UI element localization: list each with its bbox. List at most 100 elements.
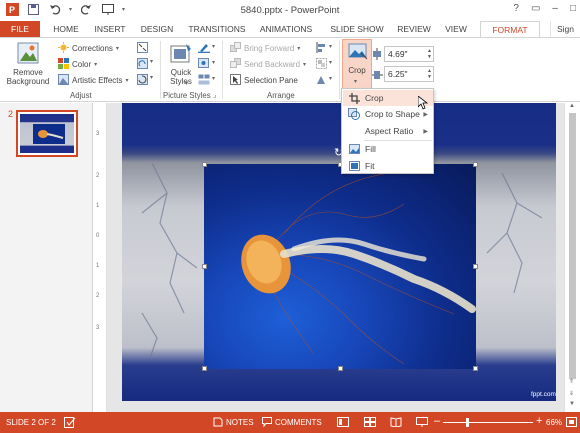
tab-slide-show[interactable]: SLIDE SHOW: [328, 21, 386, 38]
resize-handle[interactable]: [473, 366, 478, 371]
arrange-group-label: Arrange: [267, 91, 295, 100]
artistic-effects-button[interactable]: Artistic Effects ▾: [58, 74, 129, 87]
tab-view[interactable]: VIEW: [441, 21, 471, 38]
fit-icon: [343, 161, 365, 171]
picture-border-dropdown-icon[interactable]: ▾: [212, 43, 215, 50]
reading-view-icon[interactable]: [390, 417, 402, 429]
jellyfish-picture[interactable]: [204, 164, 476, 369]
menu-item-crop-to-shape-label: Crop to Shape: [365, 109, 420, 119]
slides-pane: 2: [0, 103, 93, 412]
resize-handle[interactable]: [338, 366, 343, 371]
send-backward-icon: [230, 58, 241, 71]
color-label: Color: [72, 60, 92, 69]
notes-button[interactable]: NOTES: [226, 418, 254, 427]
slide-thumbnail-image: [20, 114, 74, 153]
corrections-button[interactable]: Corrections ▾: [58, 42, 119, 55]
height-spinner-icon[interactable]: ▲ ▼: [427, 48, 432, 60]
scrollbar-thumb[interactable]: [569, 113, 576, 379]
quick-styles-icon: [170, 43, 192, 67]
menu-item-aspect-ratio[interactable]: Aspect Ratio ▶: [343, 123, 433, 139]
color-button[interactable]: Color ▾: [58, 58, 97, 71]
resize-handle[interactable]: [202, 366, 207, 371]
minimize-button[interactable]: –: [552, 3, 558, 14]
tab-file[interactable]: FILE: [0, 21, 40, 38]
ribbon-display-icon[interactable]: ▭: [531, 3, 540, 14]
slide-count: SLIDE 2 OF 2: [6, 418, 56, 427]
crop-dropdown-icon: ▾: [354, 79, 358, 85]
jellyfish-image: [241, 173, 476, 365]
remove-background-button[interactable]: Remove Background: [3, 41, 53, 89]
tab-review[interactable]: REVIEW: [396, 21, 432, 38]
height-icon: [372, 48, 382, 62]
status-bar: SLIDE 2 OF 2 NOTES COMMENTS – + 66%: [0, 412, 580, 433]
resize-handle[interactable]: [473, 162, 478, 167]
slide-show-icon[interactable]: [416, 417, 428, 429]
maximize-button[interactable]: □: [570, 3, 576, 14]
change-picture-icon[interactable]: [137, 58, 148, 71]
rotate-icon[interactable]: [316, 74, 327, 87]
tab-transitions[interactable]: TRANSITIONS: [185, 21, 249, 38]
normal-view-icon[interactable]: [337, 417, 349, 429]
resize-handle[interactable]: [473, 264, 478, 269]
menu-item-fit[interactable]: Fit: [343, 158, 433, 174]
send-backward-button[interactable]: Send Backward ▾: [230, 58, 306, 71]
tab-format[interactable]: FORMAT: [480, 21, 540, 38]
group-objects-icon[interactable]: [316, 58, 327, 71]
tab-home[interactable]: HOME: [48, 21, 84, 38]
quick-styles-button[interactable]: Quick Styles ▾: [165, 41, 197, 89]
align-dropdown-icon[interactable]: ▾: [329, 43, 332, 50]
resize-handle[interactable]: [202, 264, 207, 269]
dialog-launcher-icon[interactable]: ⌟: [213, 91, 216, 99]
submenu-arrow-icon: ▶: [423, 128, 428, 135]
tab-animations[interactable]: ANIMATIONS: [256, 21, 316, 38]
picture-layout-dropdown-icon[interactable]: ▾: [212, 75, 215, 82]
group-dropdown-icon[interactable]: ▾: [329, 59, 332, 66]
rotate-dropdown-icon[interactable]: ▾: [329, 75, 332, 82]
width-spinner-icon[interactable]: ▲ ▼: [427, 68, 432, 80]
comments-icon: [262, 417, 272, 429]
thumbnail-photo: [33, 124, 65, 144]
shape-height-input[interactable]: 4.69" ▲ ▼: [384, 46, 434, 62]
corrections-label: Corrections: [72, 44, 113, 53]
bring-forward-dropdown-icon: ▾: [297, 46, 301, 52]
bring-forward-button[interactable]: Bring Forward ▾: [230, 42, 300, 55]
group-separator: [222, 41, 223, 99]
scroll-down-icon[interactable]: ▼: [569, 401, 575, 407]
align-icon[interactable]: [316, 42, 327, 55]
change-picture-dropdown-icon[interactable]: ▾: [150, 58, 153, 65]
zoom-level[interactable]: 66%: [546, 418, 562, 427]
zoom-slider-thumb[interactable]: [466, 418, 469, 427]
menu-item-fill[interactable]: Fill: [343, 141, 433, 157]
ruler-number: 3: [96, 325, 100, 331]
tab-insert[interactable]: INSERT: [90, 21, 130, 38]
picture-effects-icon[interactable]: [198, 58, 210, 71]
reset-picture-icon[interactable]: [137, 74, 148, 87]
previous-slide-icon[interactable]: ⇑: [569, 378, 574, 385]
send-backward-label: Send Backward: [244, 60, 301, 69]
crop-button[interactable]: Crop ▾: [342, 39, 372, 89]
spell-check-icon[interactable]: [64, 417, 76, 430]
picture-layout-icon[interactable]: [198, 74, 210, 87]
picture-effects-dropdown-icon[interactable]: ▾: [212, 59, 215, 66]
corrections-dropdown-icon: ▾: [115, 46, 119, 52]
compress-pictures-icon[interactable]: [137, 42, 148, 55]
slide-sorter-icon[interactable]: [364, 417, 376, 429]
zoom-in-button[interactable]: +: [536, 415, 542, 427]
resize-handle[interactable]: [202, 162, 207, 167]
group-separator: [339, 41, 340, 99]
selection-pane-button[interactable]: Selection Pane: [230, 74, 298, 87]
fit-slide-icon[interactable]: [566, 417, 577, 429]
scroll-up-icon[interactable]: ▲: [569, 103, 575, 109]
zoom-slider[interactable]: [443, 422, 533, 423]
reset-picture-dropdown-icon[interactable]: ▾: [150, 74, 153, 81]
sign-in-link[interactable]: Sign: [549, 21, 580, 38]
shape-width-input[interactable]: 6.25" ▲ ▼: [384, 66, 434, 82]
help-button[interactable]: ?: [513, 3, 519, 14]
next-slide-icon[interactable]: ⇓: [569, 390, 574, 397]
zoom-out-button[interactable]: –: [434, 415, 440, 427]
comments-button[interactable]: COMMENTS: [275, 418, 322, 427]
tab-design[interactable]: DESIGN: [137, 21, 177, 38]
picture-border-icon[interactable]: [198, 42, 210, 55]
vertical-scrollbar[interactable]: ▲ ⇑ ⇓ ▼: [564, 103, 580, 412]
slide-thumbnail[interactable]: [16, 110, 78, 157]
